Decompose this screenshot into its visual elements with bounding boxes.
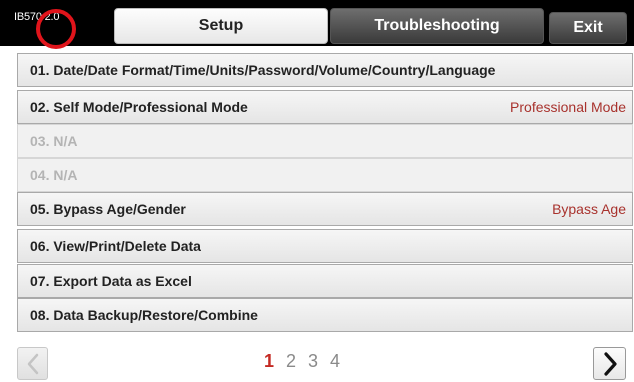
prev-page-button[interactable] [17,347,48,380]
top-bar: IB570 2.0 Setup Troubleshooting Exit [0,0,634,46]
menu-item-04: 04. N/A [17,158,633,192]
menu-item-01[interactable]: 01. Date/Date Format/Time/Units/Password… [17,53,633,87]
menu-item-02[interactable]: 02. Self Mode/Professional Mode Professi… [17,90,633,124]
tab-troubleshooting[interactable]: Troubleshooting [330,8,544,44]
exit-button[interactable]: Exit [549,12,627,44]
page-link-1[interactable]: 1 [258,351,280,372]
pagination: 1 2 3 4 [258,351,346,372]
menu-item-05[interactable]: 05. Bypass Age/Gender Bypass Age [17,192,633,226]
menu-item-label: 05. Bypass Age/Gender [30,201,186,217]
highlight-circle [36,9,76,49]
menu-item-value: Professional Mode [510,99,626,115]
menu-item-label: 03. N/A [30,133,78,149]
menu-item-value: Bypass Age [552,201,626,217]
menu-item-label: 08. Data Backup/Restore/Combine [30,307,258,323]
tab-setup[interactable]: Setup [114,8,328,44]
next-page-button[interactable] [593,347,626,380]
page-link-2[interactable]: 2 [280,351,302,372]
menu-item-07[interactable]: 07. Export Data as Excel [17,264,633,298]
menu-item-label: 07. Export Data as Excel [30,273,192,289]
chevron-right-icon [603,351,617,376]
menu-item-label: 04. N/A [30,167,78,183]
page-link-3[interactable]: 3 [302,351,324,372]
chevron-left-icon [27,353,38,374]
page-link-4[interactable]: 4 [324,351,346,372]
menu-item-08[interactable]: 08. Data Backup/Restore/Combine [17,298,633,332]
menu-item-label: 01. Date/Date Format/Time/Units/Password… [30,62,496,78]
menu-item-03: 03. N/A [17,124,633,158]
menu-item-label: 02. Self Mode/Professional Mode [30,99,248,115]
menu-item-06[interactable]: 06. View/Print/Delete Data [17,229,633,263]
menu-item-label: 06. View/Print/Delete Data [30,238,201,254]
